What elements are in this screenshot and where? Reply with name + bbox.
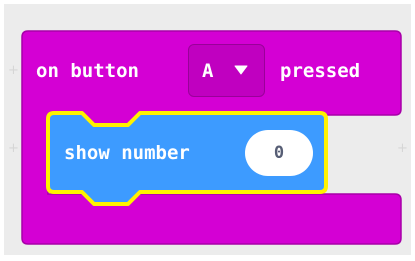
block-shapes: [21, 30, 402, 245]
button-dropdown[interactable]: A: [188, 44, 265, 97]
pressed-label: pressed: [280, 60, 361, 82]
number-input-value: 0: [273, 143, 285, 163]
number-input[interactable]: 0: [245, 130, 313, 176]
caret-down-icon: [234, 65, 248, 75]
button-dropdown-value: A: [202, 60, 214, 82]
show-number-label: show number: [64, 142, 190, 164]
on-button-pressed-block[interactable]: on button A pressed: [0, 0, 415, 261]
on-button-label: on button: [36, 60, 139, 82]
